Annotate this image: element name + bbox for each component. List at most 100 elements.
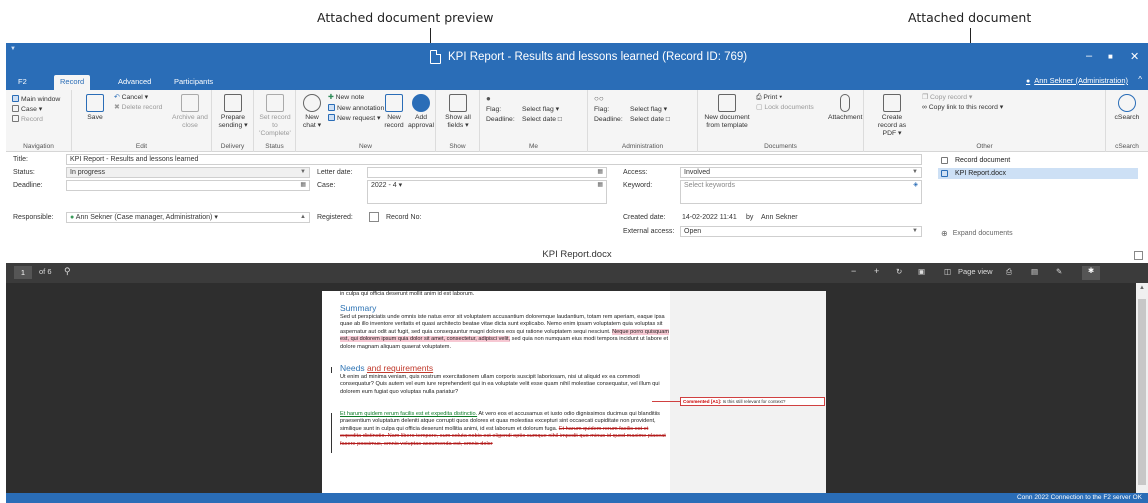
- letter-date-label: Letter date:: [317, 169, 353, 176]
- group-label-show: Show: [449, 143, 466, 150]
- main-window-button[interactable]: Main window: [12, 95, 60, 104]
- document-icon: [941, 157, 948, 164]
- collapse-ribbon-icon[interactable]: ^: [1138, 75, 1142, 84]
- record-button[interactable]: Record: [12, 115, 43, 124]
- new-record-button[interactable]: New record: [382, 94, 406, 130]
- me-deadline-label: Deadline:: [486, 116, 515, 123]
- chevron-down-icon: ▼: [300, 169, 306, 175]
- page-view-button[interactable]: Page view: [958, 267, 993, 276]
- home-icon: [12, 95, 19, 102]
- show-all-fields-button[interactable]: Show all fields ▾: [440, 94, 476, 130]
- heading-summary: Summary: [340, 303, 377, 313]
- chat-icon: [303, 94, 321, 112]
- new-request-button[interactable]: New request ▾: [328, 114, 380, 123]
- scroll-up-icon[interactable]: ▲: [1139, 285, 1145, 291]
- group-new: New chat ▾ ✚ New note New annotation New…: [296, 90, 436, 152]
- tab-advanced[interactable]: Advanced: [112, 75, 157, 90]
- tab-participants[interactable]: Participants: [168, 75, 219, 90]
- expand-documents-button[interactable]: ⊕ Expand documents: [938, 228, 1013, 239]
- delete-record-button[interactable]: ✖ Delete record: [114, 104, 162, 112]
- group-label-me: Me: [528, 143, 539, 150]
- paragraph: in culpa qui officia deserunt mollit ani…: [340, 291, 475, 297]
- user-link[interactable]: Ann Sekner (Administration): [1026, 76, 1128, 85]
- zoom-in-icon[interactable]: +: [874, 266, 879, 276]
- responsible-field[interactable]: ● Ann Sekner (Case manager, Administrati…: [66, 212, 310, 223]
- create-pdf-button[interactable]: Create record as PDF ▾: [872, 94, 912, 138]
- csearch-button[interactable]: cSearch: [1110, 94, 1144, 122]
- registered-checkbox[interactable]: [369, 212, 379, 222]
- close-button[interactable]: ✕: [1130, 50, 1139, 63]
- deadline-field[interactable]: ▦: [66, 180, 310, 191]
- group-label-edit: Edit: [135, 143, 148, 150]
- print-icon[interactable]: ⎙: [1006, 267, 1012, 277]
- copy-link-button[interactable]: ∞ Copy link to this record ▾: [922, 104, 1003, 112]
- attachment-button[interactable]: Attachment: [828, 94, 862, 122]
- external-access-select[interactable]: Open ▼: [680, 226, 922, 237]
- letter-date-field[interactable]: ▦: [367, 167, 607, 178]
- case-button[interactable]: Case ▾: [12, 105, 42, 114]
- copy-record-button[interactable]: ❐ Copy record ▾: [922, 94, 972, 102]
- keyword-label: Keyword:: [623, 182, 653, 189]
- group-csearch: cSearch cSearch: [1106, 90, 1148, 152]
- set-complete-button[interactable]: Set record to 'Complete': [257, 94, 293, 138]
- new-note-button[interactable]: ✚ New note: [328, 94, 364, 102]
- access-select[interactable]: Involved ▼: [680, 167, 922, 178]
- pin-icon[interactable]: ✱: [1082, 266, 1100, 280]
- tab-record[interactable]: Record: [54, 75, 91, 90]
- maximize-button[interactable]: ■: [1108, 52, 1113, 61]
- annotate-icon[interactable]: ✎: [1056, 267, 1062, 276]
- registered-label: Registered:: [317, 214, 353, 221]
- save-icon[interactable]: ▤: [1031, 267, 1038, 276]
- me-flag-select[interactable]: Select flag ▾: [522, 106, 559, 114]
- annotation-document: Attached document: [908, 10, 1032, 25]
- search-icon[interactable]: ⚲: [64, 266, 71, 277]
- status-select[interactable]: In progress ▼: [66, 167, 310, 178]
- title-field[interactable]: KPI Report - Results and lessons learned: [66, 154, 922, 165]
- zoom-out-icon[interactable]: −: [851, 266, 856, 276]
- comment-bubble[interactable]: Commented [A1]: Is this still relevant f…: [680, 397, 825, 406]
- admin-flag-select[interactable]: Select flag ▾: [630, 106, 667, 114]
- group-status: Set record to 'Complete' Status: [254, 90, 296, 152]
- group-administration: ○○ Flag: Deadline: Select flag ▾ Select …: [588, 90, 698, 152]
- group-label-administration: Administration: [621, 143, 664, 150]
- created-by-value: Ann Sekner: [761, 214, 798, 221]
- group-label-documents: Documents: [764, 143, 797, 150]
- delete-icon: ✖: [114, 104, 120, 111]
- group-label-new: New: [358, 143, 372, 150]
- record-document-item[interactable]: Record document: [938, 155, 1010, 166]
- page-view-icon[interactable]: ◫: [944, 267, 951, 276]
- paperclip-icon: [840, 94, 850, 112]
- app-menu-icon[interactable]: ▼: [10, 46, 16, 52]
- page-number-input[interactable]: 1: [14, 266, 32, 279]
- rotate-icon[interactable]: ↻: [896, 267, 902, 276]
- tab-f2[interactable]: F2: [12, 75, 33, 90]
- admin-deadline-select[interactable]: Select date □: [630, 116, 670, 124]
- prepare-sending-button[interactable]: Prepare sending ▾: [215, 94, 251, 130]
- title-bar: ▼ KPI Report - Results and lessons learn…: [6, 43, 1148, 73]
- group-edit: Save ↶ Cancel ▾ ✖ Delete record Archive …: [72, 90, 212, 152]
- print-button[interactable]: ⎙ Print ▾: [756, 94, 782, 102]
- minimize-button[interactable]: –: [1086, 50, 1092, 62]
- add-approval-button[interactable]: Add approval: [408, 94, 434, 130]
- fit-width-icon[interactable]: ▣: [918, 267, 925, 276]
- record-form: Title: KPI Report - Results and lessons …: [6, 153, 926, 249]
- new-document-template-button[interactable]: New document from template: [700, 94, 754, 130]
- template-icon: [718, 94, 736, 112]
- vertical-scrollbar[interactable]: ▲: [1136, 283, 1148, 493]
- lock-documents-button[interactable]: ▢ Lock documents: [756, 104, 814, 112]
- scrollbar-thumb[interactable]: [1138, 299, 1146, 485]
- popout-icon[interactable]: [1134, 251, 1143, 260]
- save-button[interactable]: Save: [80, 94, 110, 122]
- keyword-field[interactable]: Select keywords ◈: [680, 180, 922, 204]
- new-chat-button[interactable]: New chat ▾: [300, 94, 324, 130]
- new-annotation-button[interactable]: New annotation: [328, 104, 384, 113]
- me-deadline-select[interactable]: Select date □: [522, 116, 562, 124]
- attached-file-item[interactable]: KPI Report.docx: [938, 168, 1138, 179]
- annotation-icon: [328, 104, 335, 111]
- group-show: Show all fields ▾ Show: [436, 90, 480, 152]
- cancel-button[interactable]: ↶ Cancel ▾: [114, 94, 148, 102]
- archive-close-button[interactable]: Archive and close: [172, 94, 208, 130]
- paragraph-needs: Ut enim ad minima veniam, quis nostrum e…: [340, 374, 660, 395]
- page-count: of 6: [39, 267, 52, 276]
- case-field[interactable]: 2022 - 4 ▾ ▦: [367, 180, 607, 204]
